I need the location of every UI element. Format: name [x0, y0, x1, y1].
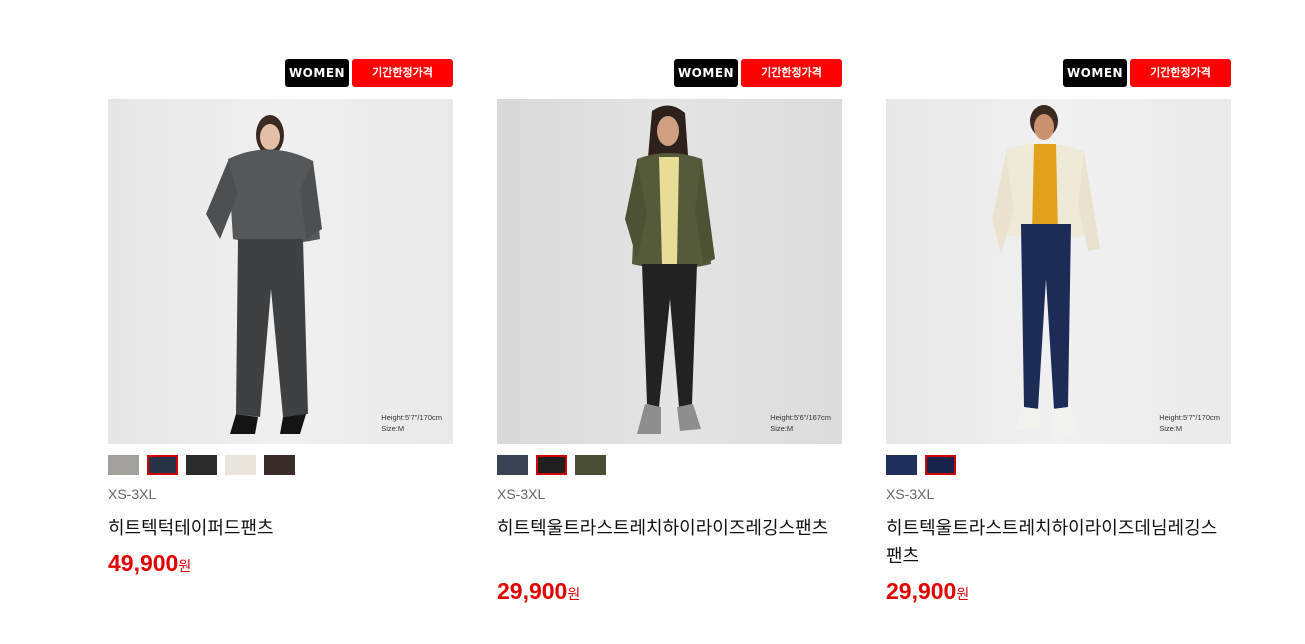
- product-name[interactable]: 히트텍울트라스트레치하이라이즈데님레깅스팬츠: [886, 515, 1231, 571]
- price-value: 49,900: [108, 550, 179, 576]
- badge-group: WOMEN 기간한정가격: [674, 59, 842, 87]
- product-price: 29,900원: [886, 578, 969, 605]
- model-size: Size:M: [1159, 424, 1183, 433]
- model-photo: [108, 99, 453, 444]
- size-range: XS-3XL: [886, 486, 935, 502]
- currency-label: 원: [178, 559, 192, 575]
- color-swatch[interactable]: [575, 455, 606, 475]
- size-range: XS-3XL: [497, 486, 546, 502]
- model-photo: [886, 99, 1231, 444]
- color-swatch[interactable]: [225, 455, 256, 475]
- badge-group: WOMEN 기간한정가격: [285, 59, 453, 87]
- currency-label: 원: [567, 587, 581, 603]
- color-swatch[interactable]: [264, 455, 295, 475]
- currency-label: 원: [956, 587, 970, 603]
- gender-badge: WOMEN: [1063, 59, 1127, 87]
- color-swatch[interactable]: [108, 455, 139, 475]
- model-size: Size:M: [770, 424, 794, 433]
- gender-badge: WOMEN: [285, 59, 349, 87]
- color-swatch[interactable]: [497, 455, 528, 475]
- product-price: 49,900원: [108, 550, 191, 577]
- promo-badge: 기간한정가격: [1130, 59, 1231, 87]
- model-height: Height:5'7"/170cm: [381, 413, 442, 422]
- promo-badge: 기간한정가격: [352, 59, 453, 87]
- product-image[interactable]: Height:5'6"/167cm Size:M: [497, 99, 842, 444]
- gender-badge: WOMEN: [674, 59, 738, 87]
- badge-group: WOMEN 기간한정가격: [1063, 59, 1231, 87]
- model-size: Size:M: [381, 424, 405, 433]
- model-info: Height:5'7"/170cm Size:M: [381, 412, 442, 434]
- price-value: 29,900: [886, 578, 957, 604]
- color-swatches: [108, 455, 295, 475]
- model-height: Height:5'6"/167cm: [770, 413, 831, 422]
- product-image[interactable]: Height:5'7"/170cm Size:M: [886, 99, 1231, 444]
- promo-badge: 기간한정가격: [741, 59, 842, 87]
- color-swatches: [497, 455, 606, 475]
- product-card[interactable]: WOMEN 기간한정가격 Height:5'6"/167cm Size:M XS…: [497, 0, 842, 644]
- color-swatch[interactable]: [886, 455, 917, 475]
- model-info: Height:5'7"/170cm Size:M: [1159, 412, 1220, 434]
- color-swatch[interactable]: [186, 455, 217, 475]
- product-price: 29,900원: [497, 578, 580, 605]
- product-name[interactable]: 히트텍턱테이퍼드팬츠: [108, 515, 453, 543]
- price-value: 29,900: [497, 578, 568, 604]
- model-height: Height:5'7"/170cm: [1159, 413, 1220, 422]
- product-card[interactable]: WOMEN 기간한정가격 Height:5'7"/170cm Size:M XS…: [886, 0, 1231, 644]
- size-range: XS-3XL: [108, 486, 157, 502]
- color-swatch[interactable]: [925, 455, 956, 475]
- color-swatches: [886, 455, 956, 475]
- color-swatch[interactable]: [147, 455, 178, 475]
- color-swatch[interactable]: [536, 455, 567, 475]
- model-photo: [497, 99, 842, 444]
- product-card[interactable]: WOMEN 기간한정가격 Height:5'7"/170cm Size:M XS…: [108, 0, 453, 644]
- product-image[interactable]: Height:5'7"/170cm Size:M: [108, 99, 453, 444]
- product-name[interactable]: 히트텍울트라스트레치하이라이즈레깅스팬츠: [497, 515, 842, 543]
- model-info: Height:5'6"/167cm Size:M: [770, 412, 831, 434]
